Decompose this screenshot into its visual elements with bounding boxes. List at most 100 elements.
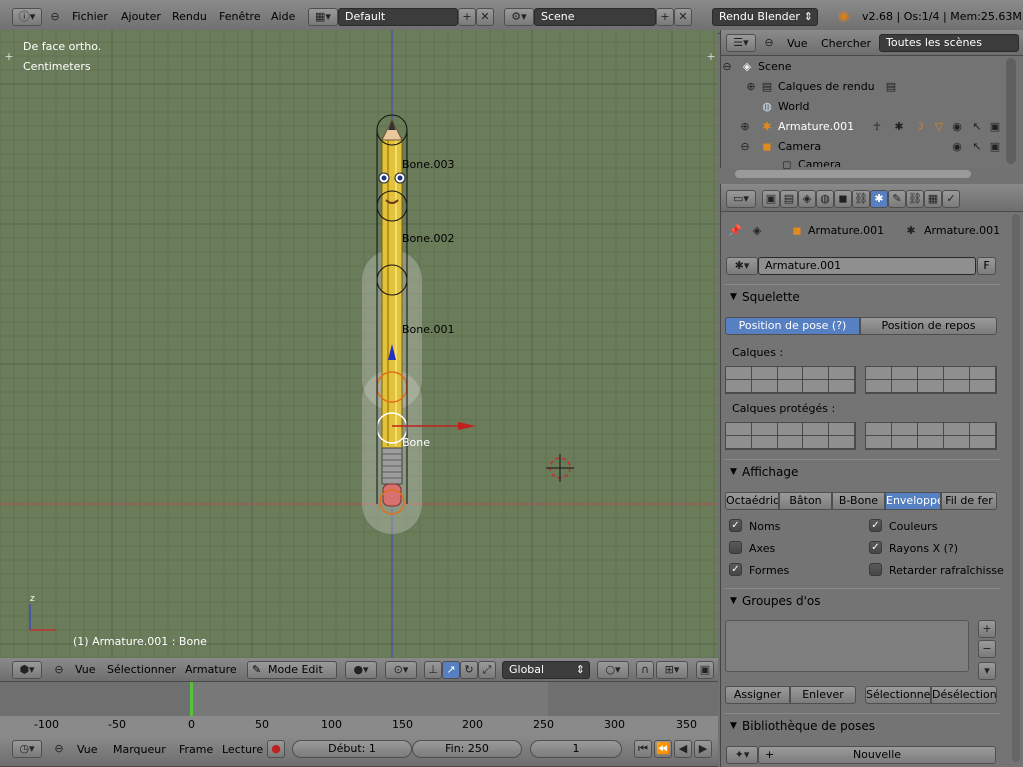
bone-groups-list[interactable] xyxy=(725,620,969,672)
draw-type-octahedral[interactable]: Octaédriq xyxy=(725,492,779,510)
shading-icon[interactable]: ●▾ xyxy=(345,661,377,679)
view3d-editor-icon[interactable]: ⬢▾ xyxy=(12,661,42,679)
properties-editor-icon[interactable]: ▭▾ xyxy=(726,190,756,208)
armature-data-icon[interactable]: ✱ xyxy=(892,120,906,134)
properties-region-plus-icon[interactable]: + xyxy=(704,50,718,64)
outliner-hscrollbar[interactable] xyxy=(735,170,971,178)
deselect-button[interactable]: Désélection xyxy=(931,686,997,704)
end-frame-field[interactable]: Fin: 250 xyxy=(412,740,522,758)
bone-constraint-tab-icon[interactable]: ⛓ xyxy=(906,190,924,208)
remove-group-icon[interactable]: − xyxy=(978,640,996,658)
menu-fenetre[interactable]: Fenêtre xyxy=(219,10,261,23)
pose-position-button[interactable]: Position de pose (?) xyxy=(725,317,860,335)
snap-element-icon[interactable]: ⊞▾ xyxy=(656,661,688,679)
render-tab-icon[interactable]: ▣ xyxy=(762,190,780,208)
panel-squelette[interactable]: ▼ Squelette xyxy=(724,284,1000,308)
texture-tab-icon[interactable]: ▦ xyxy=(924,190,942,208)
pose-library-browse-icon[interactable]: ✦▾ xyxy=(726,746,758,764)
fake-user-button[interactable]: F xyxy=(977,257,996,275)
manipulator-icon[interactable]: ⊥ xyxy=(424,661,442,679)
start-frame-field[interactable]: Début: 1 xyxy=(292,740,412,758)
formes-checkbox[interactable]: ✓ xyxy=(729,563,742,576)
rotate-icon[interactable]: ↻ xyxy=(460,661,478,679)
modifier-icon[interactable]: ▽ xyxy=(932,120,946,134)
world-tab-icon[interactable]: ◍ xyxy=(816,190,834,208)
outliner-item-armature[interactable]: Armature.001 xyxy=(778,117,854,137)
axes-checkbox[interactable] xyxy=(729,541,742,554)
mode-select[interactable]: Mode Edit ✎ xyxy=(247,661,337,679)
physics-tab-icon[interactable]: ✓ xyxy=(942,190,960,208)
info-editor-icon[interactable]: ⓘ▾ xyxy=(12,8,42,26)
layers-grid-left[interactable] xyxy=(725,366,856,394)
cursor-select-icon[interactable]: ↖ xyxy=(970,140,984,154)
layout-icon[interactable]: ▦▾ xyxy=(308,8,338,26)
outliner-menu-vue[interactable]: Vue xyxy=(787,37,808,50)
panel-affichage[interactable]: ▼ Affichage xyxy=(724,459,1000,483)
3d-viewport[interactable] xyxy=(0,30,718,658)
select-button[interactable]: Sélectionner xyxy=(865,686,931,704)
protected-layers-grid-left[interactable] xyxy=(725,422,856,450)
pose-icon[interactable]: ☥ xyxy=(870,120,884,134)
timeline-menu-lecture[interactable]: Lecture xyxy=(222,743,263,756)
timeline-menu-frame[interactable]: Frame xyxy=(179,743,213,756)
draw-type-wire[interactable]: Fil de fer xyxy=(941,492,997,510)
collapse-menu-icon-3[interactable]: ⊖ xyxy=(52,742,66,756)
outliner-item-calques[interactable]: Calques de rendu xyxy=(778,77,875,97)
viewport-menu-vue[interactable]: Vue xyxy=(75,663,96,676)
translate-icon[interactable]: ↗ xyxy=(442,661,460,679)
assign-button[interactable]: Assigner xyxy=(725,686,790,704)
pivot-icon[interactable]: ⊙▾ xyxy=(385,661,417,679)
pin-icon[interactable]: 📌 xyxy=(728,224,742,238)
draw-type-stick[interactable]: Bâton xyxy=(779,492,832,510)
outliner-item-world[interactable]: World xyxy=(778,97,810,117)
object-tab-icon[interactable]: ◼ xyxy=(834,190,852,208)
render-layers-tab-icon[interactable]: ▤ xyxy=(780,190,798,208)
rest-position-button[interactable]: Position de repos xyxy=(860,317,997,335)
remove-layout-icon[interactable]: ✕ xyxy=(476,8,494,26)
datablock-name-field[interactable]: Armature.001 xyxy=(758,257,976,275)
properties-scrollbar[interactable] xyxy=(1012,214,1020,762)
viewport-menu-selectionner[interactable]: Sélectionner xyxy=(107,663,176,676)
retarder-checkbox[interactable] xyxy=(869,563,882,576)
render-preview-icon[interactable]: ▣ xyxy=(696,661,714,679)
panel-bibliotheque-poses[interactable]: ▼ Bibliothèque de poses xyxy=(724,713,1000,737)
bone-tab-icon[interactable]: ✎ xyxy=(888,190,906,208)
datablock-browse-icon[interactable]: ✱▾ xyxy=(726,257,758,275)
add-group-icon[interactable]: + xyxy=(978,620,996,638)
keyframe-prev-icon[interactable]: ⏪ xyxy=(654,740,672,758)
timeline-menu-marqueur[interactable]: Marqueur xyxy=(113,743,166,756)
expand-icon[interactable]: ⊖ xyxy=(738,140,752,154)
outliner-item-camera[interactable]: Camera xyxy=(778,137,821,157)
proportional-icon[interactable]: ○▾ xyxy=(597,661,629,679)
timeline-menu-vue[interactable]: Vue xyxy=(77,743,98,756)
cursor-select-icon[interactable]: ↖ xyxy=(970,120,984,134)
current-frame-field[interactable]: 1 xyxy=(530,740,622,758)
collapse-menu-icon[interactable]: ⊖ xyxy=(48,10,62,24)
expand-icon[interactable]: ⊕ xyxy=(744,80,758,94)
viewport-menu-armature[interactable]: Armature xyxy=(185,663,237,676)
current-frame-marker[interactable] xyxy=(190,682,193,718)
layout-field[interactable]: Default xyxy=(338,8,458,26)
couleurs-checkbox[interactable]: ✓ xyxy=(869,519,882,532)
record-icon[interactable]: ● xyxy=(267,740,285,758)
eye-icon[interactable]: ◉ xyxy=(950,140,964,154)
add-layout-icon[interactable]: + xyxy=(458,8,476,26)
expand-icon[interactable]: ⊖ xyxy=(720,60,734,74)
render-camera-icon[interactable]: ▣ xyxy=(988,140,1002,154)
draw-type-envelope[interactable]: Enveloppe xyxy=(885,492,941,510)
timeline-editor-icon[interactable]: ◷▾ xyxy=(12,740,42,758)
menu-aide[interactable]: Aide xyxy=(271,10,295,23)
collapse-menu-icon-2[interactable]: ⊖ xyxy=(52,663,66,677)
menu-rendu[interactable]: Rendu xyxy=(172,10,207,23)
outliner-vscrollbar[interactable] xyxy=(1006,58,1016,164)
collapse-menu-icon-4[interactable]: ⊖ xyxy=(762,36,776,50)
outliner-filter-select[interactable]: Toutes les scènes xyxy=(879,34,1019,52)
noms-checkbox[interactable]: ✓ xyxy=(729,519,742,532)
render-engine-select[interactable]: Rendu Blender ⇕ xyxy=(712,8,818,26)
jump-start-icon[interactable]: ⏮ xyxy=(634,740,652,758)
play-icon[interactable]: ▶ xyxy=(694,740,712,758)
constraint-tab-icon[interactable]: ⛓ xyxy=(852,190,870,208)
expand-icon[interactable]: ⊕ xyxy=(738,120,752,134)
armature-tab-icon[interactable]: ✱ xyxy=(870,190,888,208)
scene-icon[interactable]: ⚙▾ xyxy=(504,8,534,26)
